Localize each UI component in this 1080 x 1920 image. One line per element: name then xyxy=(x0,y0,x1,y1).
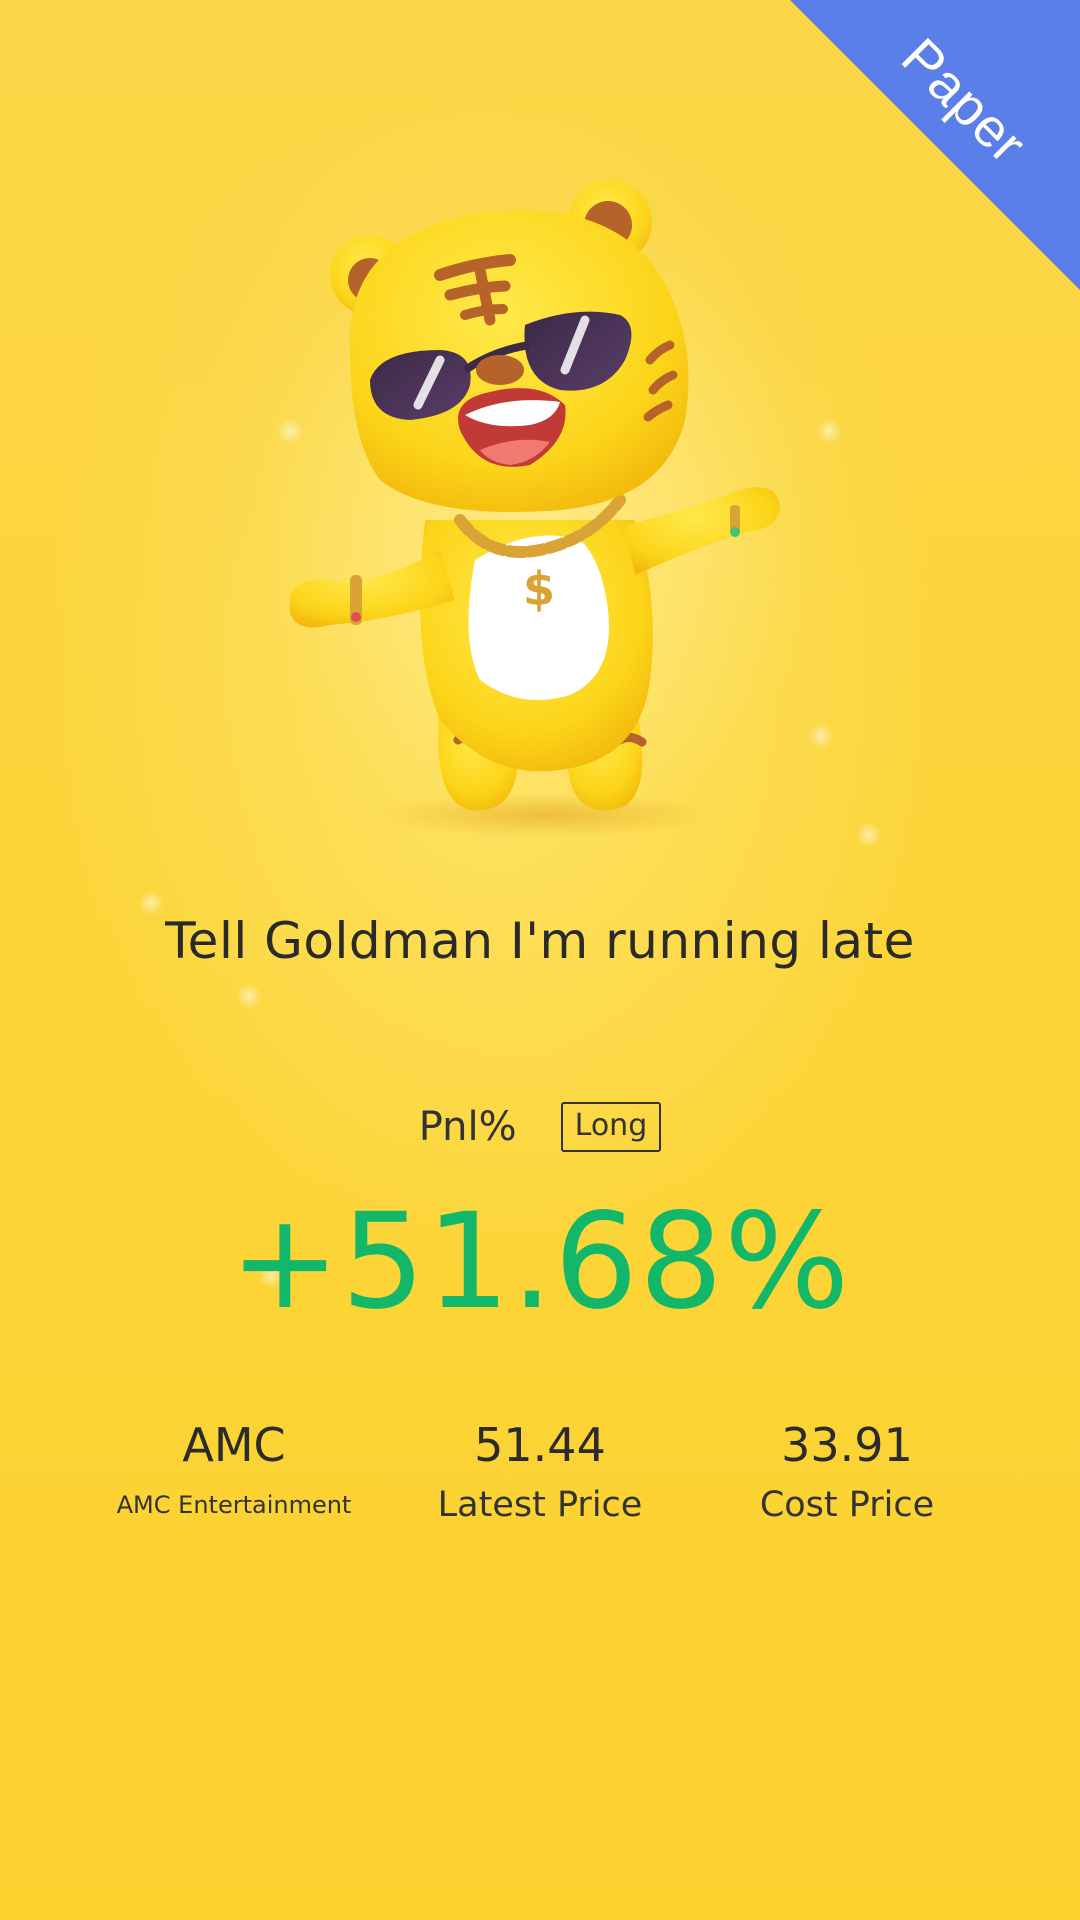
stat-latest-price: 51.44 Latest Price xyxy=(380,1415,700,1525)
svg-text:$: $ xyxy=(523,562,555,616)
sparkle xyxy=(816,418,842,444)
direction-badge: Long xyxy=(560,1102,662,1152)
pnl-value: +51.68% xyxy=(229,1185,851,1339)
stats-row: AMC AMC Entertainment 51.44 Latest Price… xyxy=(0,1415,1080,1555)
symbol: AMC xyxy=(182,1418,286,1472)
stat-cost-price: 33.91 Cost Price xyxy=(687,1415,1007,1525)
cost-price-value: 33.91 xyxy=(781,1418,913,1472)
share-card: Paper $ Tell Goldman I'm running late Pn… xyxy=(0,0,1080,1920)
sparkle xyxy=(808,723,834,749)
sparkle xyxy=(856,822,882,848)
tiger-mascot-icon: $ xyxy=(290,180,800,840)
latest-price-label: Latest Price xyxy=(437,1485,643,1525)
paper-corner-badge: Paper xyxy=(790,0,1080,290)
cost-price-label: Cost Price xyxy=(759,1485,935,1525)
company-name: AMC Entertainment xyxy=(116,1491,352,1519)
pnl-label: Pnl% xyxy=(418,1104,517,1150)
latest-price-value: 51.44 xyxy=(474,1418,606,1472)
sparkle xyxy=(236,983,262,1009)
stat-symbol: AMC AMC Entertainment xyxy=(74,1415,394,1519)
headline: Tell Goldman I'm running late xyxy=(165,912,915,970)
pnl-header: Pnl% Long xyxy=(0,1102,1080,1152)
